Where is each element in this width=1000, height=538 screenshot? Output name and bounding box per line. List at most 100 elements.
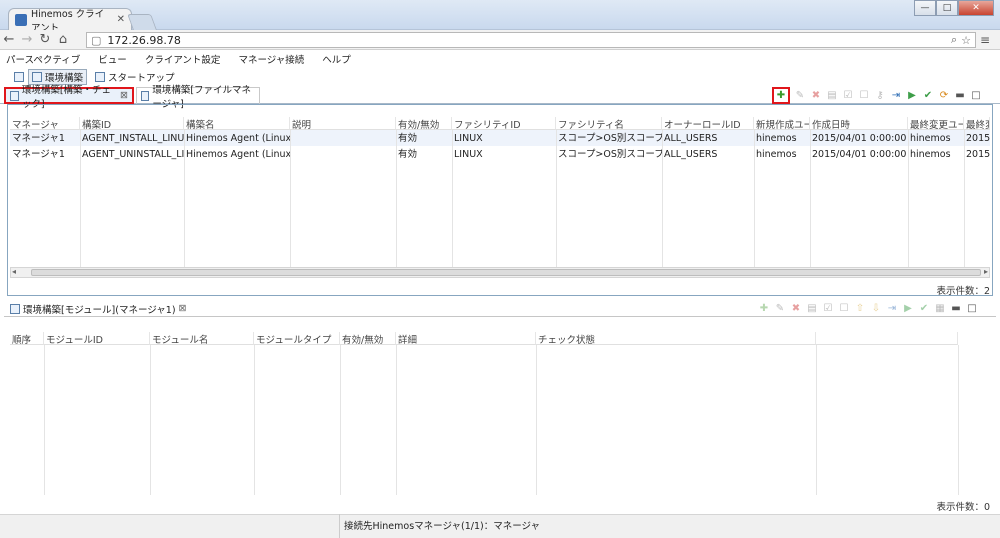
bottom-toolbar: ✚ ✎ ✖ ▤ ☑ ☐ ⇧ ⇩ ⇥ ▶ ✔ ▦ ▬ □	[758, 300, 978, 317]
col-module-name[interactable]: モジュール名	[150, 332, 254, 345]
enable-icon[interactable]: ✔	[918, 303, 930, 315]
browser-tab[interactable]: Hinemos クライアント ✕	[8, 8, 132, 34]
col-enabled[interactable]: 有効/無効	[396, 117, 452, 130]
back-arrow-icon[interactable]: ←	[0, 32, 18, 47]
cell-build-name: Hinemos Agent (Linux)	[186, 133, 290, 144]
maximize-button[interactable]: □	[936, 0, 958, 16]
cell-manager: マネージャ1	[12, 133, 65, 144]
page-icon: ▢	[91, 33, 102, 47]
delete-icon[interactable]: ✖	[810, 90, 822, 102]
col-created-user[interactable]: 新規作成ユーザ	[754, 117, 810, 130]
copy-icon[interactable]: ▤	[806, 303, 818, 315]
bottom-count-label: 表示件数：0	[936, 502, 990, 513]
col-description[interactable]: 説明	[290, 117, 396, 130]
zoom-icon[interactable]: ⌕	[951, 33, 957, 47]
menu-manager-connection[interactable]: マネージャ接続	[238, 52, 304, 66]
minimize-button[interactable]: —	[914, 0, 936, 16]
move-down-icon[interactable]: ⇩	[870, 303, 882, 315]
close-window-button[interactable]: ✕	[958, 0, 994, 16]
detail-icon[interactable]: ▦	[934, 303, 946, 315]
menu-client-settings[interactable]: クライアント設定	[145, 52, 221, 66]
cell-created-date: 2015/04/01 0:00:00	[812, 149, 907, 160]
tab-file-manager[interactable]: 環境構築[ファイルマネージャ]	[136, 85, 260, 110]
check-icon[interactable]: ☑	[822, 303, 834, 315]
export-icon[interactable]: ⇥	[886, 303, 898, 315]
object-privilege-icon[interactable]: ⚷	[874, 90, 886, 102]
maximize-view-icon[interactable]: □	[970, 90, 982, 102]
col-modified-user[interactable]: 最終変更ユーザ	[908, 117, 964, 130]
cell-facility-name: スコープ>OS別スコープ>Li	[558, 149, 662, 160]
col-manager[interactable]: マネージャ	[10, 117, 80, 130]
view-icon	[10, 303, 20, 314]
view-icon	[10, 90, 19, 101]
home-icon[interactable]: ⌂	[54, 32, 72, 47]
run-icon[interactable]: ▶	[906, 90, 918, 102]
tab-module[interactable]: 環境構築[モジュール](マネージャ1) ⊠	[6, 300, 191, 317]
app-menubar: パースペクティブ ビュー クライアント設定 マネージャ接続 ヘルプ	[0, 51, 1000, 67]
cell-created-user: hinemos	[756, 149, 797, 160]
menu-help[interactable]: ヘルプ	[322, 52, 351, 66]
cell-facility-id: LINUX	[454, 133, 483, 144]
reload-icon[interactable]: ↻	[36, 32, 54, 47]
scrollbar-thumb[interactable]	[31, 269, 981, 276]
enable-icon[interactable]: ✔	[922, 90, 934, 102]
cell-build-name: Hinemos Agent (Linux)	[186, 149, 290, 160]
cell-facility-id: LINUX	[454, 149, 483, 160]
cell-description	[290, 131, 396, 147]
address-bar[interactable]: ▢ 172.26.98.78 ⌕ ☆	[86, 32, 976, 48]
env-build-icon	[32, 72, 42, 82]
refresh-icon[interactable]: ⟳	[938, 90, 950, 102]
forward-arrow-icon[interactable]: →	[18, 32, 36, 47]
move-up-icon[interactable]: ⇧	[854, 303, 866, 315]
close-tab-icon[interactable]: ⊠	[179, 303, 187, 314]
col-facility-id[interactable]: ファシリティID	[452, 117, 556, 130]
status-text: 接続先Hinemosマネージャ(1/1)：マネージャ	[344, 521, 541, 532]
cell-owner-role: ALL_USERS	[664, 149, 718, 160]
maximize-view-icon[interactable]: □	[966, 303, 978, 315]
add-icon[interactable]: ✚	[772, 87, 790, 104]
col-extra	[816, 332, 958, 345]
tab-build-check[interactable]: 環境構築[構築・チェック] ⊠	[4, 85, 134, 110]
tab-module-label: 環境構築[モジュール](マネージャ1)	[23, 304, 176, 316]
col-enabled[interactable]: 有効/無効	[340, 332, 396, 345]
col-owner-role[interactable]: オーナーロールID	[662, 117, 754, 130]
cell-modified-user: hinemos	[910, 133, 951, 144]
star-icon[interactable]: ☆	[961, 34, 971, 47]
uncheck-icon[interactable]: ☐	[838, 303, 850, 315]
col-modified-date[interactable]: 最終変	[964, 117, 990, 130]
col-build-name[interactable]: 構築名	[184, 117, 290, 130]
col-module-id[interactable]: モジュールID	[44, 332, 150, 345]
minimize-view-icon[interactable]: ▬	[950, 303, 962, 315]
uncheck-icon[interactable]: ☐	[858, 90, 870, 102]
browser-menu-icon[interactable]: ≡	[980, 33, 990, 47]
scroll-right-icon[interactable]: ▸	[984, 267, 988, 276]
col-module-type[interactable]: モジュールタイプ	[254, 332, 340, 345]
scroll-left-icon[interactable]: ◂	[12, 267, 16, 276]
col-detail[interactable]: 詳細	[396, 332, 536, 345]
delete-icon[interactable]: ✖	[790, 303, 802, 315]
col-created-date[interactable]: 作成日時	[810, 117, 908, 130]
menu-view[interactable]: ビュー	[98, 52, 127, 66]
cell-modified-user: hinemos	[910, 149, 951, 160]
horizontal-scrollbar[interactable]: ◂ ▸	[10, 267, 990, 278]
minimize-view-icon[interactable]: ▬	[954, 90, 966, 102]
menu-perspective[interactable]: パースペクティブ	[6, 52, 80, 66]
close-tab-icon[interactable]: ⊠	[120, 90, 128, 101]
run-icon[interactable]: ▶	[902, 303, 914, 315]
export-icon[interactable]: ⇥	[890, 90, 902, 102]
cell-build-id: AGENT_UNINSTALL_LIN	[82, 149, 184, 160]
col-check-status[interactable]: チェック状態	[536, 332, 816, 345]
hinemos-logo-icon	[15, 13, 27, 26]
edit-icon[interactable]: ✎	[794, 90, 806, 102]
check-icon[interactable]: ☑	[842, 90, 854, 102]
open-perspective-icon[interactable]	[14, 72, 24, 82]
col-build-id[interactable]: 構築ID	[80, 117, 184, 130]
close-tab-icon[interactable]: ✕	[117, 14, 125, 25]
copy-icon[interactable]: ▤	[826, 90, 838, 102]
add-icon[interactable]: ✚	[758, 303, 770, 315]
col-facility-name[interactable]: ファシリティ名	[556, 117, 662, 130]
cell-created-date: 2015/04/01 0:00:00	[812, 133, 907, 144]
col-order[interactable]: 順序	[10, 332, 44, 345]
edit-icon[interactable]: ✎	[774, 303, 786, 315]
startup-icon	[95, 72, 106, 82]
